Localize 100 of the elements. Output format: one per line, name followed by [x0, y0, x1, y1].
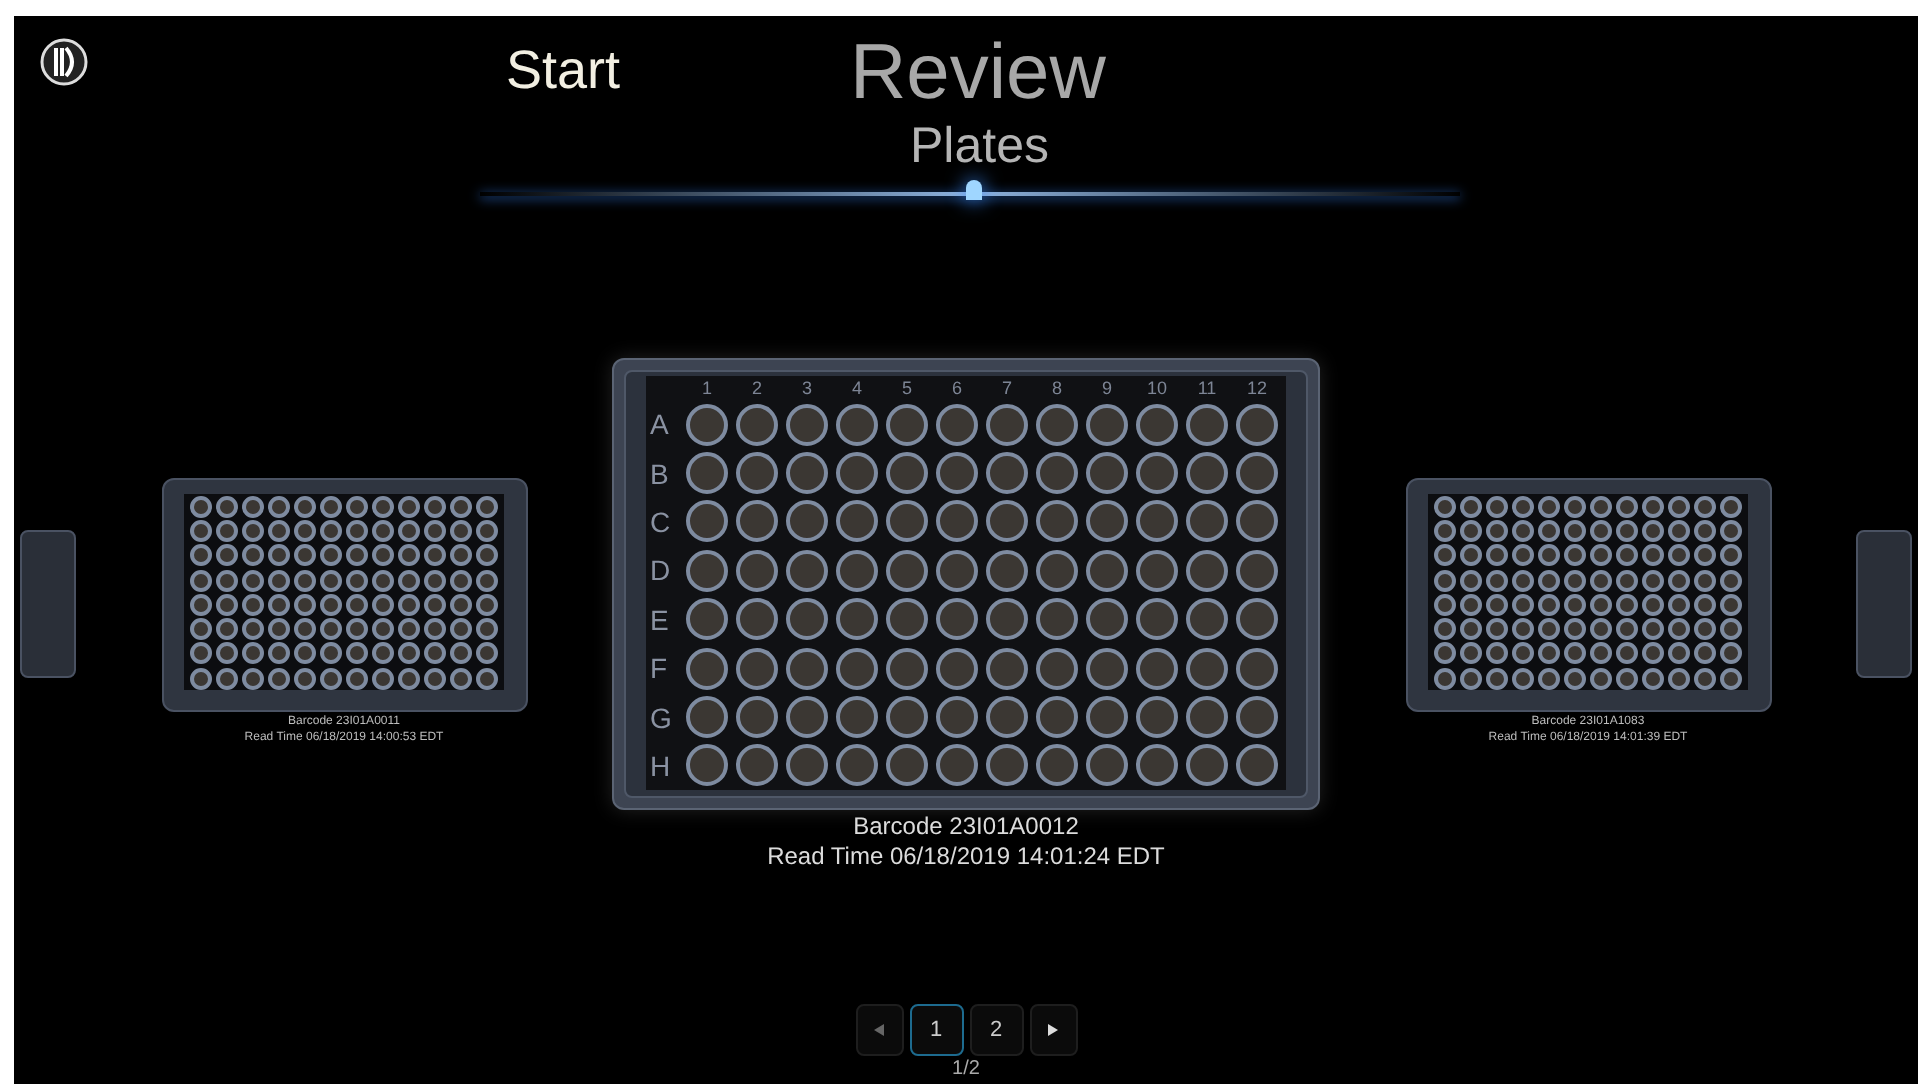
well: [1537, 495, 1559, 518]
well: [936, 647, 978, 690]
well: [215, 495, 237, 518]
well: [267, 642, 289, 665]
well: [1719, 667, 1741, 690]
well: [1485, 593, 1507, 616]
well: [319, 569, 341, 592]
well: [1511, 495, 1533, 518]
well: [449, 642, 471, 665]
well: [1485, 495, 1507, 518]
well: [1236, 452, 1278, 495]
well: [936, 744, 978, 787]
well: [936, 598, 978, 641]
well: [1186, 452, 1228, 495]
row-label: G: [650, 703, 674, 732]
well: [1459, 667, 1481, 690]
well: [449, 569, 471, 592]
well: [215, 618, 237, 641]
well: [1086, 403, 1128, 446]
well: [1615, 495, 1637, 518]
well: [836, 647, 878, 690]
logo-icon[interactable]: [38, 36, 90, 88]
well: [1459, 593, 1481, 616]
well: [189, 495, 211, 518]
well: [1537, 593, 1559, 616]
well: [189, 667, 211, 690]
well: [1433, 642, 1455, 665]
well: [475, 667, 497, 690]
well: [1086, 647, 1128, 690]
well: [449, 544, 471, 567]
well: [686, 696, 728, 739]
well: [241, 569, 263, 592]
well: [293, 495, 315, 518]
well: [345, 642, 367, 665]
row-label: D: [650, 556, 673, 585]
well: [1641, 667, 1663, 690]
well: [1459, 618, 1481, 641]
well: [1589, 593, 1611, 616]
well: [1236, 647, 1278, 690]
column-label: 6: [949, 376, 964, 400]
well: [319, 618, 341, 641]
well: [397, 495, 419, 518]
well: [1641, 495, 1663, 518]
well: [267, 667, 289, 690]
well: [345, 519, 367, 542]
well: [397, 618, 419, 641]
well-plate[interactable]: [1405, 478, 1771, 712]
left-triangle-icon: [874, 1024, 884, 1036]
well: [1136, 452, 1178, 495]
well: [886, 696, 928, 739]
well: [786, 696, 828, 739]
well: [1693, 495, 1715, 518]
well: [1136, 500, 1178, 543]
well: [986, 500, 1028, 543]
well: [423, 642, 445, 665]
well: [986, 549, 1028, 592]
well: [293, 569, 315, 592]
well: [1667, 544, 1689, 567]
well: [736, 744, 778, 787]
row-label: B: [650, 459, 671, 488]
well: [1433, 519, 1455, 542]
well: [886, 549, 928, 592]
well: [836, 696, 878, 739]
well: [1615, 544, 1637, 567]
well: [1693, 569, 1715, 592]
well: [449, 593, 471, 616]
page-button[interactable]: 2: [969, 1004, 1023, 1056]
previous-page-button[interactable]: [855, 1004, 903, 1056]
well: [686, 403, 728, 446]
well: [1433, 593, 1455, 616]
well: [319, 519, 341, 542]
well: [1136, 403, 1178, 446]
well: [189, 618, 211, 641]
well: [371, 569, 393, 592]
well: [189, 569, 211, 592]
well: [736, 500, 778, 543]
next-page-button[interactable]: [1029, 1004, 1077, 1056]
well: [1615, 593, 1637, 616]
well: [319, 593, 341, 616]
page-button[interactable]: 1: [909, 1004, 963, 1056]
well: [1485, 569, 1507, 592]
row-label: H: [650, 751, 673, 780]
well: [1537, 618, 1559, 641]
well: [1086, 500, 1128, 543]
well-plate[interactable]: [161, 478, 527, 712]
start-link[interactable]: Start: [506, 44, 621, 98]
well: [786, 549, 828, 592]
page-subtitle: Plates: [910, 120, 1049, 174]
well: [397, 642, 419, 665]
slider-handle[interactable]: [966, 180, 982, 200]
read-time-text: Read Time 06/18/2019 14:01:24 EDT: [767, 842, 1165, 872]
well: [936, 500, 978, 543]
right-triangle-icon: [1048, 1024, 1058, 1036]
well: [267, 593, 289, 616]
well: [293, 667, 315, 690]
well: [836, 549, 878, 592]
well: [686, 647, 728, 690]
well: [1136, 696, 1178, 739]
well-plate[interactable]: 1 2 3 4 5 6 7 8 9 10 11 12 A B C D E F G H: [612, 358, 1320, 810]
well: [1459, 544, 1481, 567]
